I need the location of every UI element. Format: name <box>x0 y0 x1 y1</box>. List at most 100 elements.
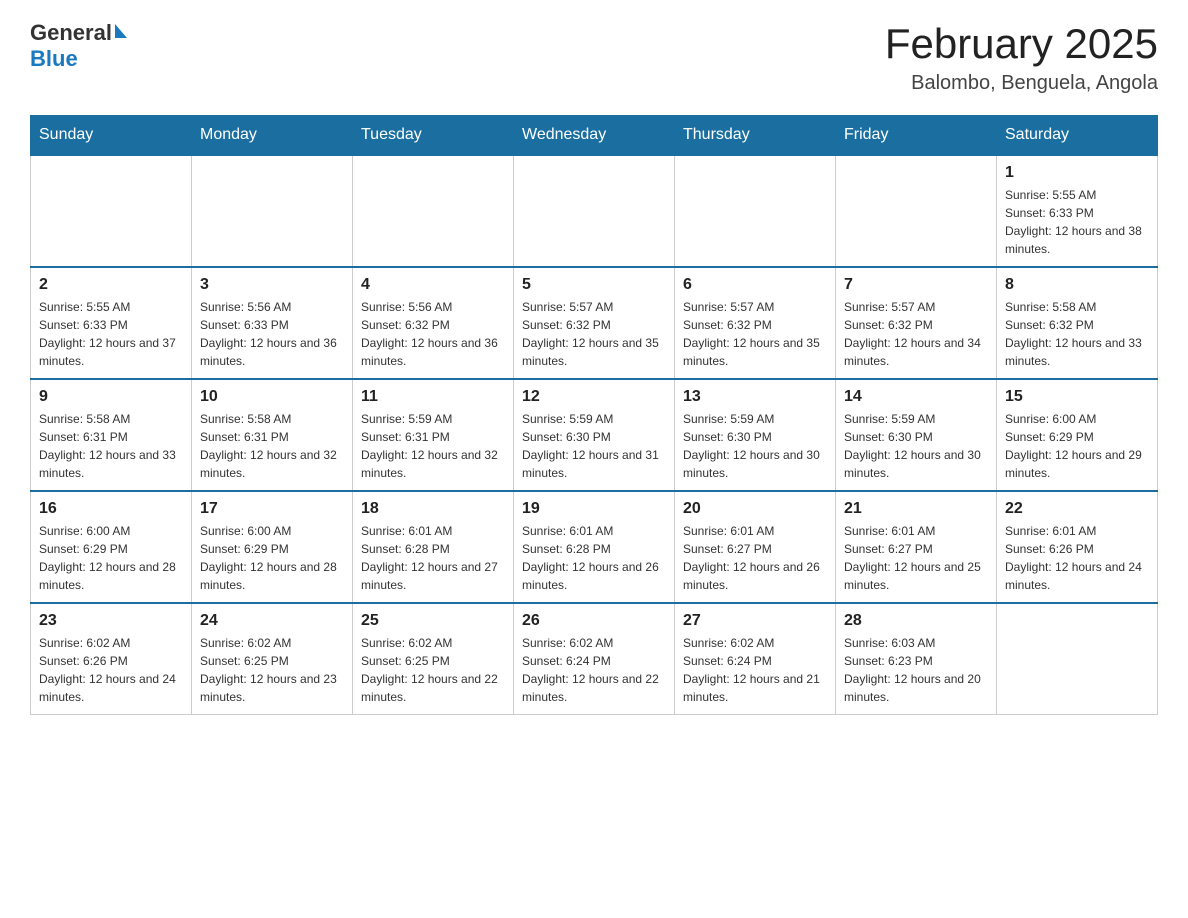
day-of-week-header: Saturday <box>997 116 1158 156</box>
day-info: Sunrise: 6:02 AMSunset: 6:24 PMDaylight:… <box>522 634 666 706</box>
day-number: 17 <box>200 500 344 518</box>
day-info: Sunrise: 6:01 AMSunset: 6:27 PMDaylight:… <box>683 522 827 594</box>
day-info: Sunrise: 5:58 AMSunset: 6:31 PMDaylight:… <box>39 410 183 482</box>
calendar-cell: 10 Sunrise: 5:58 AMSunset: 6:31 PMDayligh… <box>192 379 353 491</box>
day-number: 9 <box>39 388 183 406</box>
day-info: Sunrise: 6:02 AMSunset: 6:25 PMDaylight:… <box>361 634 505 706</box>
calendar-cell: 27 Sunrise: 6:02 AMSunset: 6:24 PMDayligh… <box>675 603 836 715</box>
day-of-week-header: Tuesday <box>353 116 514 156</box>
day-info: Sunrise: 5:58 AMSunset: 6:32 PMDaylight:… <box>1005 298 1149 370</box>
day-number: 20 <box>683 500 827 518</box>
day-of-week-header: Monday <box>192 116 353 156</box>
day-number: 22 <box>1005 500 1149 518</box>
calendar-week-row: 9 Sunrise: 5:58 AMSunset: 6:31 PMDaylight… <box>31 379 1158 491</box>
day-number: 8 <box>1005 276 1149 294</box>
day-number: 16 <box>39 500 183 518</box>
day-info: Sunrise: 6:03 AMSunset: 6:23 PMDaylight:… <box>844 634 988 706</box>
day-info: Sunrise: 5:59 AMSunset: 6:30 PMDaylight:… <box>522 410 666 482</box>
calendar-cell: 2 Sunrise: 5:55 AMSunset: 6:33 PMDaylight… <box>31 267 192 379</box>
calendar-cell: 5 Sunrise: 5:57 AMSunset: 6:32 PMDaylight… <box>514 267 675 379</box>
day-of-week-header: Friday <box>836 116 997 156</box>
day-info: Sunrise: 6:02 AMSunset: 6:25 PMDaylight:… <box>200 634 344 706</box>
day-number: 6 <box>683 276 827 294</box>
day-number: 23 <box>39 612 183 630</box>
calendar-cell: 13 Sunrise: 5:59 AMSunset: 6:30 PMDayligh… <box>675 379 836 491</box>
day-info: Sunrise: 5:56 AMSunset: 6:33 PMDaylight:… <box>200 298 344 370</box>
day-number: 5 <box>522 276 666 294</box>
day-number: 18 <box>361 500 505 518</box>
calendar-week-row: 1 Sunrise: 5:55 AMSunset: 6:33 PMDaylight… <box>31 155 1158 267</box>
calendar-cell: 17 Sunrise: 6:00 AMSunset: 6:29 PMDayligh… <box>192 491 353 603</box>
day-number: 12 <box>522 388 666 406</box>
day-info: Sunrise: 5:59 AMSunset: 6:30 PMDaylight:… <box>844 410 988 482</box>
calendar-cell: 8 Sunrise: 5:58 AMSunset: 6:32 PMDaylight… <box>997 267 1158 379</box>
title-block: February 2025 Balombo, Benguela, Angola <box>885 20 1158 95</box>
day-info: Sunrise: 6:01 AMSunset: 6:28 PMDaylight:… <box>361 522 505 594</box>
day-number: 1 <box>1005 164 1149 182</box>
day-info: Sunrise: 6:01 AMSunset: 6:26 PMDaylight:… <box>1005 522 1149 594</box>
calendar-cell: 9 Sunrise: 5:58 AMSunset: 6:31 PMDaylight… <box>31 379 192 491</box>
calendar-cell <box>192 155 353 267</box>
day-of-week-header: Sunday <box>31 116 192 156</box>
calendar-week-row: 2 Sunrise: 5:55 AMSunset: 6:33 PMDaylight… <box>31 267 1158 379</box>
calendar-cell: 18 Sunrise: 6:01 AMSunset: 6:28 PMDayligh… <box>353 491 514 603</box>
calendar-cell: 4 Sunrise: 5:56 AMSunset: 6:32 PMDaylight… <box>353 267 514 379</box>
month-title: February 2025 <box>885 20 1158 68</box>
calendar-cell: 21 Sunrise: 6:01 AMSunset: 6:27 PMDayligh… <box>836 491 997 603</box>
day-info: Sunrise: 6:00 AMSunset: 6:29 PMDaylight:… <box>200 522 344 594</box>
day-info: Sunrise: 6:00 AMSunset: 6:29 PMDaylight:… <box>39 522 183 594</box>
calendar-cell: 25 Sunrise: 6:02 AMSunset: 6:25 PMDayligh… <box>353 603 514 715</box>
day-info: Sunrise: 5:59 AMSunset: 6:30 PMDaylight:… <box>683 410 827 482</box>
day-number: 21 <box>844 500 988 518</box>
day-number: 27 <box>683 612 827 630</box>
day-number: 3 <box>200 276 344 294</box>
calendar-week-row: 23 Sunrise: 6:02 AMSunset: 6:26 PMDayligh… <box>31 603 1158 715</box>
calendar-week-row: 16 Sunrise: 6:00 AMSunset: 6:29 PMDayligh… <box>31 491 1158 603</box>
day-number: 25 <box>361 612 505 630</box>
day-number: 28 <box>844 612 988 630</box>
calendar-cell: 24 Sunrise: 6:02 AMSunset: 6:25 PMDayligh… <box>192 603 353 715</box>
page-header: General Blue February 2025 Balombo, Beng… <box>30 20 1158 95</box>
day-info: Sunrise: 6:00 AMSunset: 6:29 PMDaylight:… <box>1005 410 1149 482</box>
day-info: Sunrise: 5:57 AMSunset: 6:32 PMDaylight:… <box>522 298 666 370</box>
calendar-cell: 1 Sunrise: 5:55 AMSunset: 6:33 PMDaylight… <box>997 155 1158 267</box>
calendar-cell: 11Sunrise: 5:59 AMSunset: 6:31 PMDayligh… <box>353 379 514 491</box>
day-number: 24 <box>200 612 344 630</box>
calendar-cell: 3 Sunrise: 5:56 AMSunset: 6:33 PMDaylight… <box>192 267 353 379</box>
day-info: Sunrise: 5:55 AMSunset: 6:33 PMDaylight:… <box>39 298 183 370</box>
calendar-cell <box>31 155 192 267</box>
calendar-cell <box>997 603 1158 715</box>
day-info: Sunrise: 6:01 AMSunset: 6:28 PMDaylight:… <box>522 522 666 594</box>
day-info: Sunrise: 6:02 AMSunset: 6:26 PMDaylight:… <box>39 634 183 706</box>
day-number: 4 <box>361 276 505 294</box>
day-info: Sunrise: 5:55 AMSunset: 6:33 PMDaylight:… <box>1005 186 1149 258</box>
day-info: Sunrise: 6:02 AMSunset: 6:24 PMDaylight:… <box>683 634 827 706</box>
logo-blue-text: Blue <box>30 46 78 72</box>
day-info: Sunrise: 5:57 AMSunset: 6:32 PMDaylight:… <box>844 298 988 370</box>
day-number: 10 <box>200 388 344 406</box>
calendar-cell: 20 Sunrise: 6:01 AMSunset: 6:27 PMDayligh… <box>675 491 836 603</box>
calendar-cell: 19Sunrise: 6:01 AMSunset: 6:28 PMDayligh… <box>514 491 675 603</box>
calendar-cell: 7 Sunrise: 5:57 AMSunset: 6:32 PMDaylight… <box>836 267 997 379</box>
day-info: Sunrise: 5:56 AMSunset: 6:32 PMDaylight:… <box>361 298 505 370</box>
day-of-week-header: Wednesday <box>514 116 675 156</box>
logo: General Blue <box>30 20 127 72</box>
calendar-cell: 15Sunrise: 6:00 AMSunset: 6:29 PMDayligh… <box>997 379 1158 491</box>
logo-general-text: General <box>30 20 112 46</box>
day-number: 2 <box>39 276 183 294</box>
day-info: Sunrise: 6:01 AMSunset: 6:27 PMDaylight:… <box>844 522 988 594</box>
calendar-cell: 22 Sunrise: 6:01 AMSunset: 6:26 PMDayligh… <box>997 491 1158 603</box>
calendar-cell <box>675 155 836 267</box>
day-info: Sunrise: 5:58 AMSunset: 6:31 PMDaylight:… <box>200 410 344 482</box>
day-number: 13 <box>683 388 827 406</box>
location-title: Balombo, Benguela, Angola <box>885 72 1158 95</box>
day-info: Sunrise: 5:59 AMSunset: 6:31 PMDaylight:… <box>361 410 505 482</box>
calendar-header-row: SundayMondayTuesdayWednesdayThursdayFrid… <box>31 116 1158 156</box>
day-number: 26 <box>522 612 666 630</box>
day-of-week-header: Thursday <box>675 116 836 156</box>
calendar-cell: 16 Sunrise: 6:00 AMSunset: 6:29 PMDayligh… <box>31 491 192 603</box>
day-number: 14 <box>844 388 988 406</box>
calendar-cell: 26 Sunrise: 6:02 AMSunset: 6:24 PMDayligh… <box>514 603 675 715</box>
day-info: Sunrise: 5:57 AMSunset: 6:32 PMDaylight:… <box>683 298 827 370</box>
day-number: 7 <box>844 276 988 294</box>
